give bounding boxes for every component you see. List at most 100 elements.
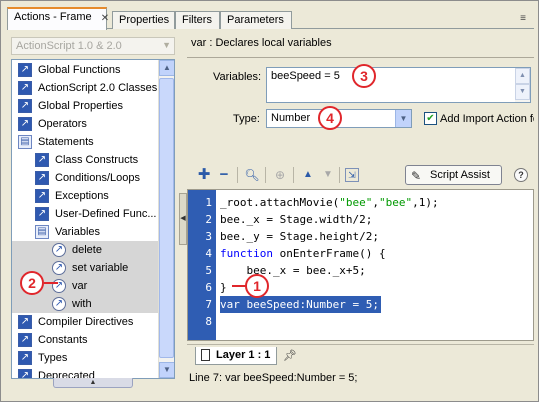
pane-splitter[interactable]: ◀: [179, 31, 187, 393]
tree-item-label: User-Defined Func...: [55, 208, 157, 220]
actions-tree-list: ↗ Global Functions ↗ ActionScript 2.0 Class…: [12, 60, 160, 378]
actionscript-version-select[interactable]: ActionScript 1.0 & 2.0 ▼: [11, 37, 175, 55]
tab-filters[interactable]: Filters: [175, 11, 220, 29]
collapse-arrow-icon[interactable]: ◀: [179, 193, 187, 245]
tree-item[interactable]: ↗ Constants: [12, 331, 160, 349]
action-icon: ↗: [52, 297, 66, 311]
status-line: Line 7: var beeSpeed:Number = 5;: [189, 372, 358, 384]
delete-item-icon[interactable]: −: [215, 166, 233, 184]
code-line[interactable]: bee._x = bee._x+5;: [220, 262, 365, 279]
tree-item[interactable]: ↗ User-Defined Func...: [12, 205, 160, 223]
divider: [339, 167, 340, 183]
tree-item-label: Deprecated: [38, 370, 95, 378]
scroll-down-icon[interactable]: ▼: [159, 362, 174, 378]
tree-item[interactable]: ↗ Class Constructs: [12, 151, 160, 169]
target-path-icon[interactable]: ⊕: [271, 166, 289, 184]
add-import-checkbox[interactable]: ✔: [424, 112, 437, 125]
layer-tab-label: Layer 1 : 1: [216, 349, 271, 361]
type-label: Type:: [233, 113, 260, 125]
tree-item[interactable]: ↗ Deprecated: [12, 367, 160, 378]
scroll-down-icon[interactable]: ▼: [515, 84, 530, 100]
script-editor[interactable]: 1 2 3 4 5 6 7 8 _root.attachMovie("bee","bee",1…: [187, 189, 534, 341]
close-icon[interactable]: ✕: [99, 13, 111, 25]
tab-actions-frame[interactable]: Actions - Frame: [7, 7, 107, 30]
tree-item-label: Variables: [55, 226, 101, 238]
chevron-down-icon: ▼: [162, 40, 171, 50]
layer-icon: [201, 349, 210, 361]
line-number: 3: [205, 230, 212, 243]
divider: [237, 167, 238, 183]
tree-item[interactable]: ↗ Global Functions: [12, 61, 160, 79]
tree-item[interactable]: ▤ Statements: [12, 133, 160, 151]
line-number: 1: [205, 196, 212, 209]
callout-2: 2: [20, 271, 44, 295]
resize-grip-icon[interactable]: ▲: [53, 378, 133, 388]
book-closed-icon: ↗: [35, 207, 49, 221]
variables-label: Variables:: [213, 71, 262, 83]
variables-input[interactable]: beeSpeed = 5 ▲ ▼: [266, 67, 531, 103]
add-item-icon[interactable]: ✚: [195, 166, 213, 184]
help-icon[interactable]: ?: [514, 168, 528, 182]
code-line[interactable]: bee._y = Stage.height/2;: [220, 228, 379, 245]
actions-tree: ↗ Global Functions ↗ ActionScript 2.0 Class…: [11, 59, 175, 379]
tree-item[interactable]: ↗ Global Properties: [12, 97, 160, 115]
line-number: 4: [205, 247, 212, 260]
tree-item-label: ActionScript 2.0 Classes: [38, 82, 158, 94]
book-closed-icon: ↗: [18, 63, 32, 77]
action-description: var : Declares local variables: [191, 37, 332, 49]
tree-item[interactable]: ↗ Types: [12, 349, 160, 367]
book-closed-icon: ↗: [18, 117, 32, 131]
variables-scrollbar[interactable]: ▲ ▼: [515, 68, 530, 102]
tree-item[interactable]: ↗ Conditions/Loops: [12, 169, 160, 187]
wand-icon: ✎: [411, 169, 422, 183]
action-icon: ↗: [52, 261, 66, 275]
tab-parameters[interactable]: Parameters: [220, 11, 292, 29]
tab-properties[interactable]: Properties: [112, 11, 175, 29]
book-closed-icon: ↗: [18, 333, 32, 347]
find-icon[interactable]: 🔍︎: [243, 166, 261, 184]
divider: [265, 167, 266, 183]
move-up-icon[interactable]: ▲: [299, 166, 317, 184]
code-area[interactable]: _root.attachMovie("bee","bee",1); bee._x …: [216, 190, 533, 340]
tree-item[interactable]: ↗ Exceptions: [12, 187, 160, 205]
callout-2-line: [44, 282, 58, 284]
scroll-thumb[interactable]: [159, 78, 174, 358]
tree-item[interactable]: ▤ Variables: [12, 223, 160, 241]
tree-item[interactable]: ↗ Compiler Directives: [12, 313, 160, 331]
book-closed-icon: ↗: [18, 315, 32, 329]
code-line[interactable]: function onEnterFrame() {: [220, 245, 386, 262]
script-assist-label: Script Assist: [430, 169, 490, 181]
scroll-up-icon[interactable]: ▲: [515, 68, 530, 84]
line-number: 6: [205, 281, 212, 294]
panel-tab-bar: Actions - Frame ✕ Properties Filters Par…: [7, 7, 534, 30]
line-number: 8: [205, 315, 212, 328]
insert-target-icon[interactable]: ⇲: [345, 168, 359, 182]
chevron-down-icon[interactable]: ▼: [395, 110, 411, 127]
script-assist-button[interactable]: ✎ Script Assist: [405, 165, 502, 185]
scroll-up-icon[interactable]: ▲: [159, 60, 174, 76]
version-select-value: ActionScript 1.0 & 2.0: [16, 40, 122, 52]
layer-tab[interactable]: Layer 1 : 1: [195, 347, 277, 365]
line-number-gutter: 1 2 3 4 5 6 7 8: [188, 190, 216, 340]
move-down-icon[interactable]: ▼: [319, 166, 337, 184]
pin-script-icon[interactable]: 📌︎: [283, 349, 297, 362]
callout-3: 3: [352, 64, 376, 88]
tree-item[interactable]: ↗ Operators: [12, 115, 160, 133]
line-number: 5: [205, 264, 212, 277]
tree-item[interactable]: ↗ with: [12, 295, 160, 313]
divider: [187, 57, 534, 58]
code-line[interactable]: var beeSpeed:Number = 5;: [220, 296, 381, 313]
code-line[interactable]: _root.attachMovie("bee","bee",1);: [220, 194, 439, 211]
panel-menu-icon[interactable]: ≡: [517, 13, 529, 25]
book-closed-icon: ↗: [18, 99, 32, 113]
tree-item[interactable]: ↗ delete: [12, 241, 160, 259]
tab-label: Parameters: [227, 14, 284, 26]
tab-label: Properties: [119, 14, 170, 26]
book-closed-icon: ↗: [18, 351, 32, 365]
tree-scrollbar[interactable]: ▲ ▼: [158, 60, 174, 378]
code-line[interactable]: }: [220, 279, 227, 296]
book-closed-icon: ↗: [35, 171, 49, 185]
code-line[interactable]: bee._x = Stage.width/2;: [220, 211, 372, 228]
book-closed-icon: ↗: [35, 153, 49, 167]
tree-item[interactable]: ↗ ActionScript 2.0 Classes: [12, 79, 160, 97]
